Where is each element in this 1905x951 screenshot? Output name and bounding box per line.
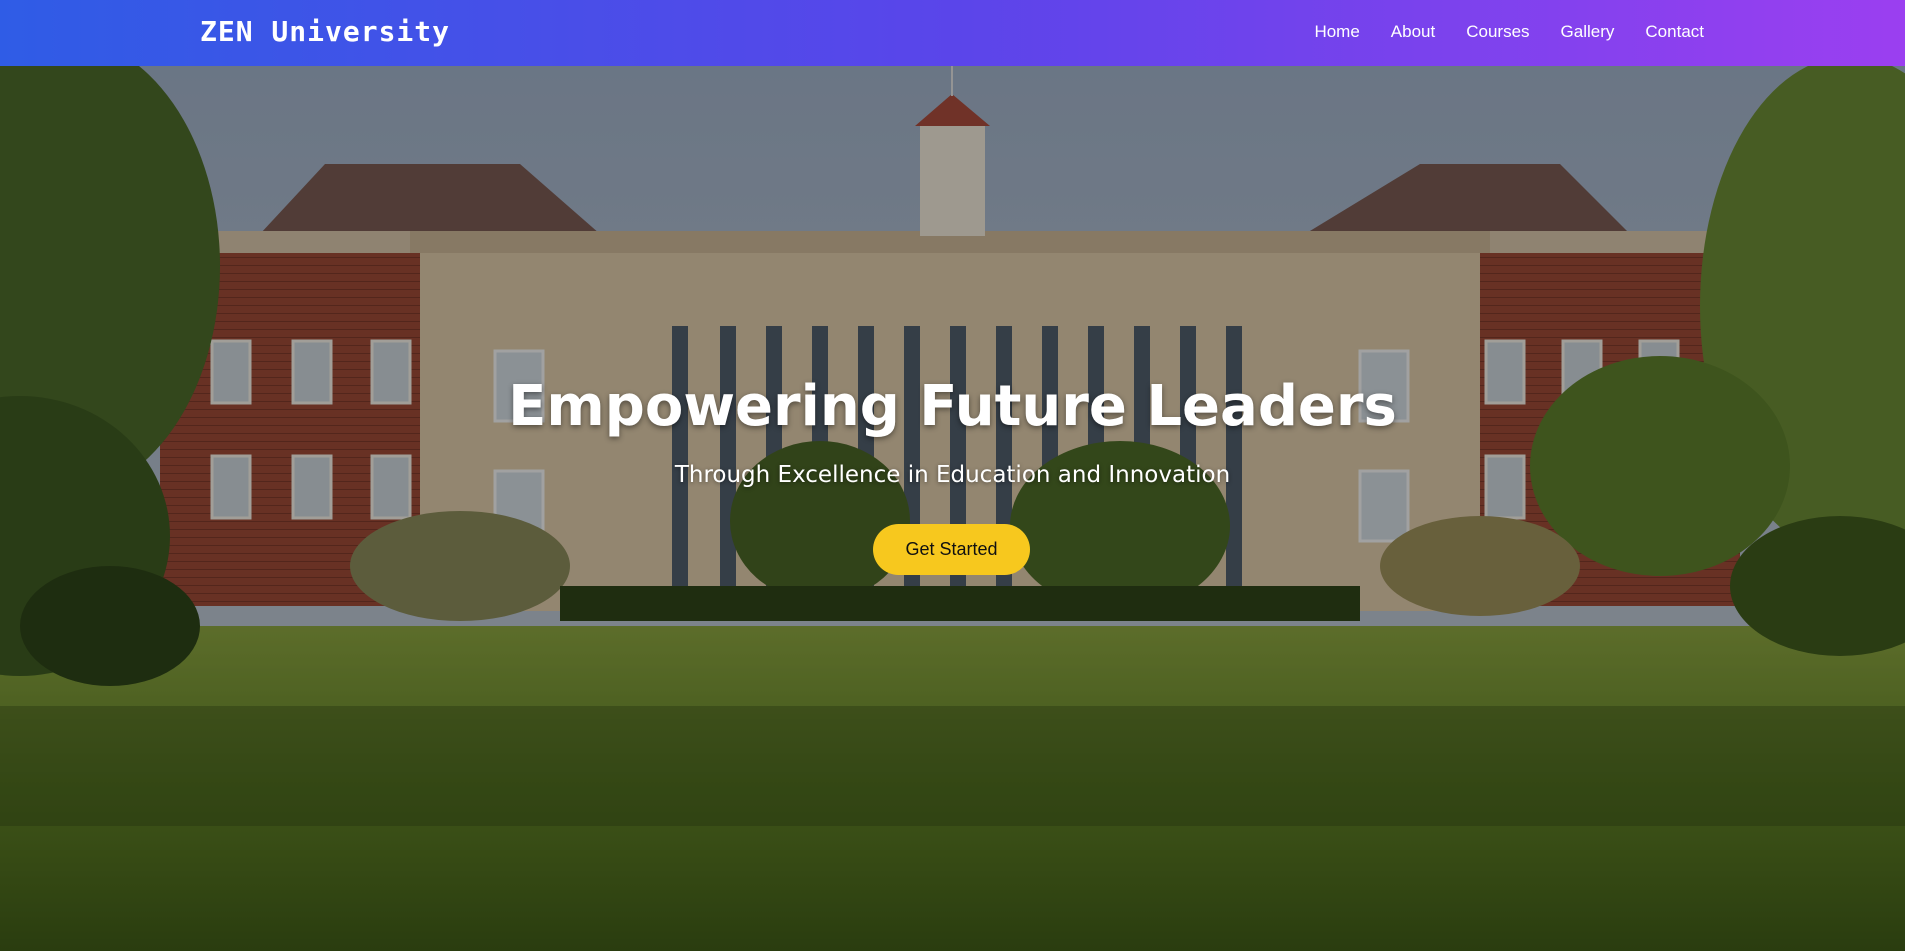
hero-overlay xyxy=(0,66,1905,951)
hero-section: Empowering Future Leaders Through Excell… xyxy=(0,66,1905,951)
nav-link-about[interactable]: About xyxy=(1391,22,1435,42)
nav-menu: Home About Courses Gallery Contact xyxy=(1314,22,1704,42)
brand-logo[interactable]: ZEN University xyxy=(200,15,450,48)
hero-title: Empowering Future Leaders xyxy=(508,374,1397,439)
hero-subtitle: Through Excellence in Education and Inno… xyxy=(674,462,1231,488)
nav-link-contact[interactable]: Contact xyxy=(1645,22,1704,42)
get-started-button[interactable]: Get Started xyxy=(873,524,1030,575)
nav-link-courses[interactable]: Courses xyxy=(1466,22,1529,42)
top-navbar: ZEN University Home About Courses Galler… xyxy=(0,0,1905,66)
nav-link-home[interactable]: Home xyxy=(1314,22,1359,42)
nav-link-gallery[interactable]: Gallery xyxy=(1561,22,1615,42)
